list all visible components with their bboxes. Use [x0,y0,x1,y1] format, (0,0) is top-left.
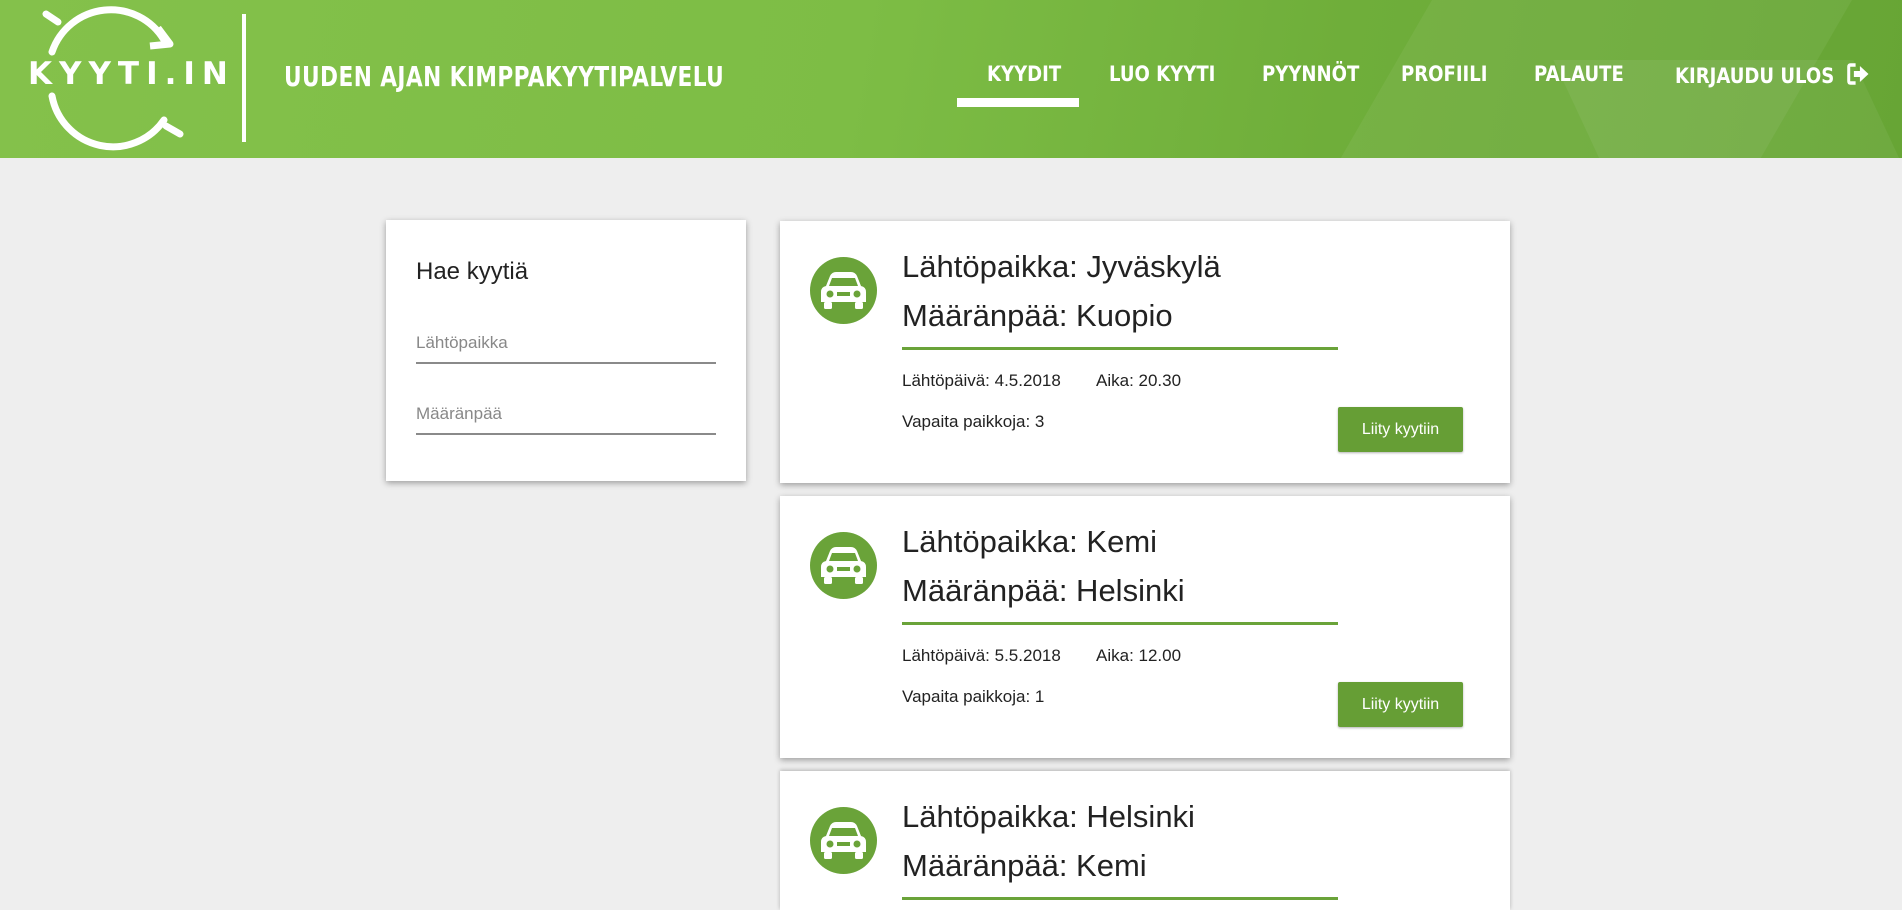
nav-luo-kyyti[interactable]: LUO KYYTI [1109,62,1215,86]
nav-palaute[interactable]: PALAUTE [1534,62,1624,86]
car-badge [810,807,877,874]
ride-date: Lähtöpäivä: 4.5.2018 [902,371,1061,390]
ride-time: Aika: 20.30 [1096,371,1182,390]
car-icon [821,547,866,584]
logout-icon [1846,63,1869,85]
nav-kirjaudu-ulos-label: KIRJAUDU ULOS [1675,64,1835,88]
logo[interactable]: KYYTI.IN [22,0,228,158]
ride-destination: Määränpää: Helsinki [902,573,1185,608]
ride-destination: Määränpää: Kuopio [902,298,1173,333]
to-input[interactable] [416,395,716,435]
ride-divider [902,347,1338,350]
ride-card: Lähtöpaikka: Jyväskylä Määränpää: Kuopio… [780,221,1510,483]
ride-origin: Lähtöpaikka: Jyväskylä [902,249,1221,284]
ride-seats: Vapaita paikkoja: 1 [902,687,1045,706]
join-ride-button[interactable]: Liity kyytiin [1338,682,1463,727]
from-input[interactable] [416,324,716,364]
tagline: UUDEN AJAN KIMPPAKYYTIPALVELU [284,60,725,93]
car-icon [821,272,866,309]
ride-origin: Lähtöpaikka: Kemi [902,524,1158,559]
nav-kyydit[interactable]: KYYDIT [987,62,1061,86]
nav-profiili[interactable]: PROFIILI [1401,62,1488,86]
nav-active-indicator [957,98,1079,107]
search-title: Hae kyytiä [416,258,529,285]
search-panel: Hae kyytiä [386,220,746,481]
car-badge [810,257,877,324]
ride-time: Aika: 12.00 [1096,646,1182,665]
header-divider [242,14,246,142]
logo-text: KYYTI.IN [28,56,235,92]
nav-pyynnot[interactable]: PYYNNÖT [1262,62,1359,86]
nav-kirjaudu-ulos[interactable]: KIRJAUDU ULOS [1675,62,1870,88]
car-icon [821,822,866,859]
ride-seats: Vapaita paikkoja: 3 [902,412,1045,431]
top-header: KYYTI.IN UUDEN AJAN KIMPPAKYYTIPALVELU K… [0,0,1902,158]
ride-destination: Määränpää: Kemi [902,848,1147,883]
ride-divider [902,897,1338,900]
ride-date: Lähtöpäivä: 5.5.2018 [902,646,1061,665]
ride-card: Lähtöpaikka: Helsinki Määränpää: Kemi [780,771,1510,910]
ride-origin: Lähtöpaikka: Helsinki [902,799,1195,834]
ride-card: Lähtöpaikka: Kemi Määränpää: Helsinki Lä… [780,496,1510,758]
join-ride-button[interactable]: Liity kyytiin [1338,407,1463,452]
car-badge [810,532,877,599]
ride-divider [902,622,1338,625]
